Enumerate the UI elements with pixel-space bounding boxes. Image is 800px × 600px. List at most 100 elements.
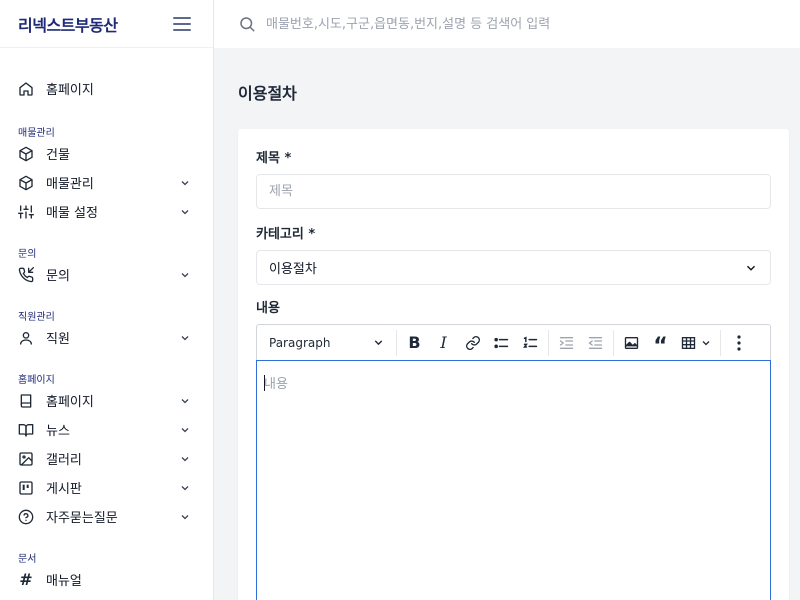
sidebar-item-label: 자주묻는질문 bbox=[46, 511, 118, 526]
sidebar-item-staff[interactable]: 직원 bbox=[0, 323, 213, 352]
heading-dropdown-label: Paragraph bbox=[269, 335, 331, 350]
phone-incoming-icon bbox=[18, 266, 34, 283]
sidebar-item-label: 매뉴얼 bbox=[46, 574, 82, 589]
post-form-card: 제목 * 카테고리 * 이용절차 내용 Paragraph B I bbox=[238, 129, 789, 600]
chevron-down-icon bbox=[746, 265, 756, 271]
brand-row: 리넥스트부동산 bbox=[0, 0, 213, 48]
link-icon bbox=[465, 335, 480, 350]
sidebar-item-label: 갤러리 bbox=[46, 453, 82, 468]
board-icon bbox=[18, 480, 34, 496]
chevron-down-icon bbox=[181, 398, 189, 403]
book-open-icon bbox=[18, 422, 34, 438]
chevron-down-icon bbox=[181, 209, 189, 214]
title-label: 제목 * bbox=[256, 151, 292, 166]
sidebar-item-label: 문의 bbox=[46, 269, 70, 284]
category-select[interactable]: 이용절차 bbox=[256, 250, 771, 285]
sidebar: 리넥스트부동산 홈페이지 매물관리 건물 매물관리 매물 설정 문의 문의 직원… bbox=[0, 0, 214, 600]
category-label: 카테고리 * bbox=[256, 227, 316, 242]
chevron-down-icon bbox=[374, 340, 383, 346]
book-icon bbox=[18, 393, 34, 409]
chevron-down-icon bbox=[181, 335, 189, 340]
sidebar-item-gallery[interactable]: 갤러리 bbox=[0, 444, 213, 473]
quote-icon: “ bbox=[653, 333, 668, 359]
chevron-down-icon bbox=[702, 340, 710, 345]
heading-dropdown[interactable]: Paragraph bbox=[269, 336, 393, 350]
sidebar-item-manual[interactable]: # 매뉴얼 bbox=[0, 565, 213, 594]
page-title: 이용절차 bbox=[238, 84, 297, 103]
sidebar-item-label: 직원 bbox=[46, 332, 70, 347]
sidebar-item-label: 건물 bbox=[46, 148, 70, 163]
sidebar-item-building[interactable]: 건물 bbox=[0, 139, 213, 168]
sidebar-item-news[interactable]: 뉴스 bbox=[0, 415, 213, 444]
toolbar-divider bbox=[613, 329, 614, 356]
chevron-down-icon bbox=[181, 514, 189, 519]
more-vertical-icon bbox=[736, 334, 741, 351]
indent-icon bbox=[559, 336, 574, 349]
blockquote-button[interactable]: “ bbox=[646, 329, 675, 357]
sidebar-nav: 홈페이지 매물관리 건물 매물관리 매물 설정 문의 문의 직원관리 직원 홈페… bbox=[0, 48, 213, 594]
content-editor[interactable]: 내용 bbox=[256, 360, 771, 600]
sidebar-item-label: 뉴스 bbox=[46, 424, 70, 439]
sidebar-item-label: 홈페이지 bbox=[46, 83, 94, 98]
link-button[interactable] bbox=[458, 329, 487, 357]
sidebar-item-listing-settings[interactable]: 매물 설정 bbox=[0, 197, 213, 226]
sidebar-item-board[interactable]: 게시판 bbox=[0, 473, 213, 502]
numbered-list-button[interactable] bbox=[516, 329, 545, 357]
toolbar-divider bbox=[396, 329, 397, 356]
outdent-icon bbox=[588, 336, 603, 349]
italic-icon: I bbox=[440, 333, 447, 352]
italic-button[interactable]: I bbox=[429, 329, 458, 357]
sliders-icon bbox=[18, 204, 34, 220]
chevron-down-icon bbox=[181, 427, 189, 432]
title-input[interactable] bbox=[256, 174, 771, 209]
bold-button[interactable]: B bbox=[400, 329, 429, 357]
insert-table-button[interactable] bbox=[675, 329, 717, 357]
bulleted-list-icon bbox=[494, 337, 509, 348]
brand-logo[interactable]: 리넥스트부동산 bbox=[18, 12, 118, 36]
section-header: 직원관리 bbox=[18, 312, 55, 323]
insert-image-button[interactable] bbox=[617, 329, 646, 357]
section-header: 문서 bbox=[18, 554, 37, 565]
toolbar-divider bbox=[720, 329, 721, 356]
outdent-button[interactable] bbox=[581, 329, 610, 357]
sidebar-item-label: 게시판 bbox=[46, 482, 82, 497]
sidebar-item-homepage[interactable]: 홈페이지 bbox=[0, 386, 213, 415]
sidebar-item-home[interactable]: 홈페이지 bbox=[0, 74, 213, 103]
search-input[interactable] bbox=[266, 16, 766, 32]
chevron-down-icon bbox=[181, 485, 189, 490]
cube-icon bbox=[18, 175, 34, 191]
bold-icon: B bbox=[408, 333, 421, 352]
content-placeholder: 내용 bbox=[264, 377, 288, 392]
category-selected-value: 이용절차 bbox=[269, 262, 317, 277]
menu-toggle-icon[interactable] bbox=[173, 16, 191, 31]
section-header: 홈페이지 bbox=[18, 375, 55, 386]
help-circle-icon bbox=[18, 509, 34, 525]
chevron-down-icon bbox=[181, 180, 189, 185]
home-icon bbox=[18, 81, 34, 97]
chevron-down-icon bbox=[181, 272, 189, 277]
chevron-down-icon bbox=[181, 456, 189, 461]
sidebar-item-inquiry[interactable]: 문의 bbox=[0, 260, 213, 289]
section-header: 매물관리 bbox=[18, 128, 55, 139]
sidebar-item-faq[interactable]: 자주묻는질문 bbox=[0, 502, 213, 531]
sidebar-item-label: 매물관리 bbox=[46, 177, 94, 192]
table-icon bbox=[681, 336, 696, 349]
image-icon bbox=[624, 336, 639, 349]
bulleted-list-button[interactable] bbox=[487, 329, 516, 357]
sidebar-item-listings[interactable]: 매물관리 bbox=[0, 168, 213, 197]
user-icon bbox=[18, 330, 34, 346]
hash-icon: # bbox=[19, 570, 33, 589]
text-caret bbox=[264, 375, 265, 391]
sidebar-item-label: 홈페이지 bbox=[46, 395, 94, 410]
more-options-button[interactable] bbox=[724, 329, 753, 357]
numbered-list-icon bbox=[523, 335, 538, 348]
cube-icon bbox=[18, 146, 34, 162]
indent-button[interactable] bbox=[552, 329, 581, 357]
section-header: 문의 bbox=[18, 249, 37, 260]
sidebar-item-label: 매물 설정 bbox=[46, 206, 98, 221]
toolbar-divider bbox=[548, 329, 549, 356]
image-icon bbox=[18, 451, 34, 467]
topbar bbox=[214, 0, 800, 48]
editor-toolbar: Paragraph B I “ bbox=[256, 324, 771, 360]
search-icon bbox=[240, 17, 255, 32]
